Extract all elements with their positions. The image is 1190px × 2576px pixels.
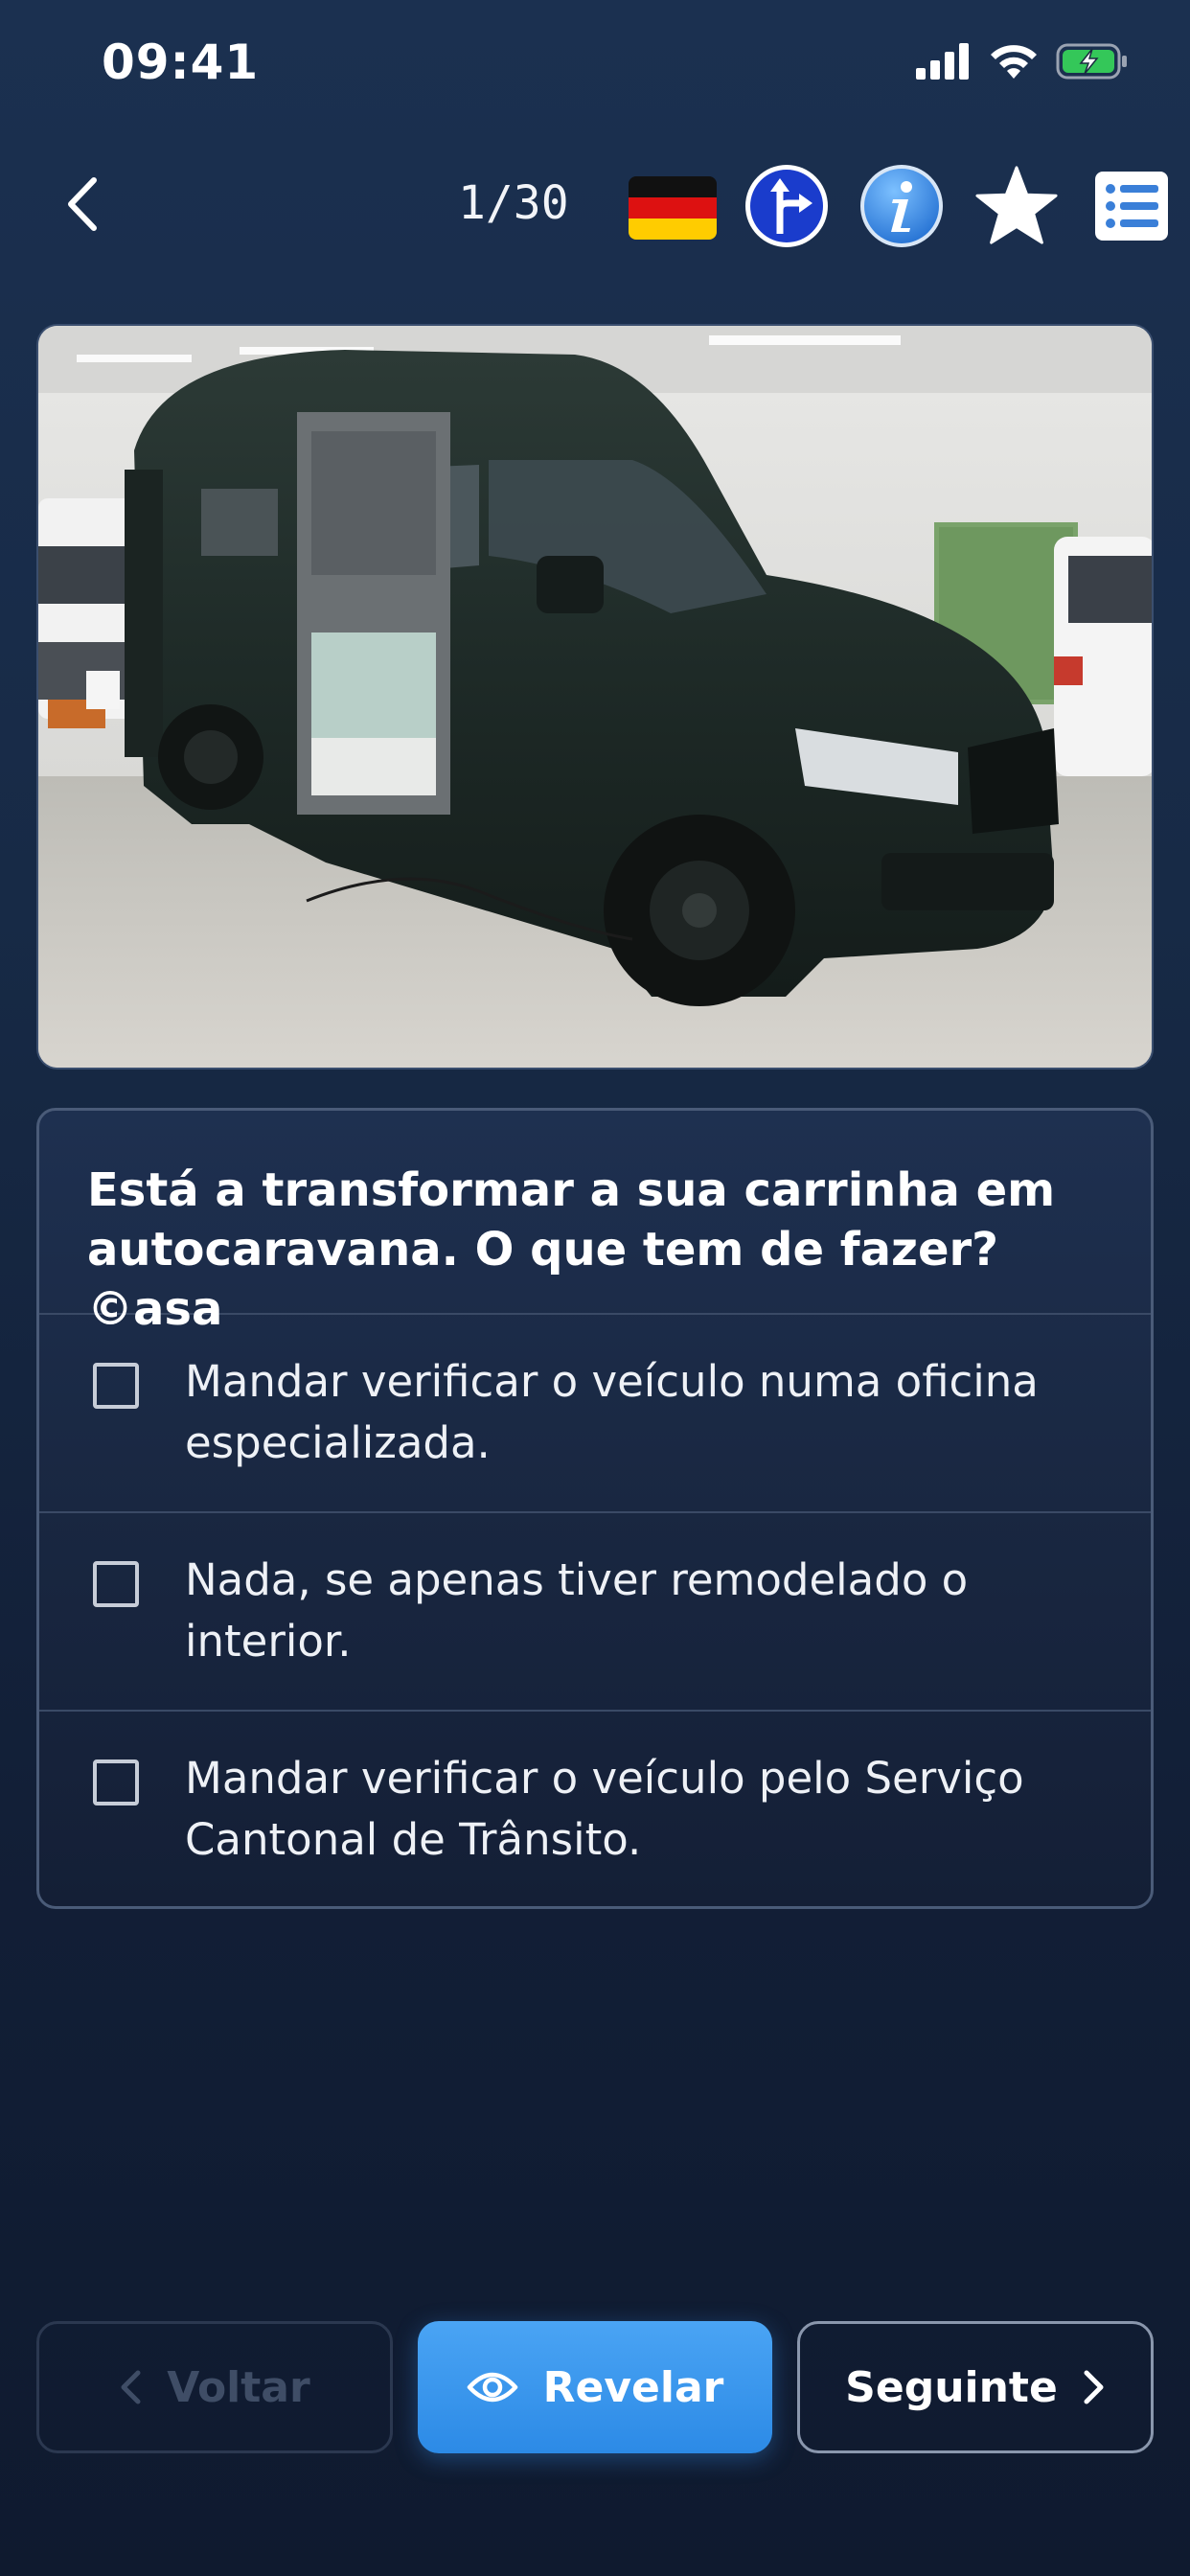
next-button[interactable]: Seguinte xyxy=(797,2321,1154,2453)
question-image xyxy=(36,324,1154,1070)
answer-option-2[interactable]: Nada, se apenas tiver remodelado o inter… xyxy=(39,1513,1151,1712)
status-time: 09:41 xyxy=(102,34,260,90)
status-bar: 09:41 xyxy=(0,0,1190,134)
back-chevron-icon xyxy=(68,177,97,231)
reveal-button-label: Revelar xyxy=(542,2362,724,2412)
checkbox-unchecked-icon[interactable] xyxy=(93,1561,139,1607)
reveal-button[interactable]: Revelar xyxy=(418,2321,772,2453)
question-card: Está a transformar a sua carrinha em aut… xyxy=(36,1108,1154,1909)
answer-option-text: Mandar verificar o veículo pelo Serviço … xyxy=(185,1753,1024,1865)
back-button[interactable] xyxy=(54,171,111,238)
top-nav: 1/30 xyxy=(0,153,1190,259)
answer-option-1[interactable]: Mandar verificar o veículo numa oficina … xyxy=(39,1315,1151,1513)
german-flag-icon[interactable] xyxy=(629,176,717,240)
next-button-label: Seguinte xyxy=(845,2362,1058,2412)
answer-option-3[interactable]: Mandar verificar o veículo pelo Serviço … xyxy=(39,1712,1151,1906)
list-icon[interactable] xyxy=(1088,163,1175,249)
answer-option-text: Nada, se apenas tiver remodelado o inter… xyxy=(185,1554,969,1667)
checkbox-unchecked-icon[interactable] xyxy=(93,1760,139,1806)
previous-button-label: Voltar xyxy=(167,2362,310,2412)
cellular-signal-icon xyxy=(916,43,969,80)
question-counter: 1/30 xyxy=(458,176,569,230)
chevron-left-icon xyxy=(121,2370,141,2404)
star-icon[interactable] xyxy=(973,163,1060,249)
status-icons xyxy=(916,42,1129,80)
eye-icon xyxy=(467,2372,517,2403)
question-text: Está a transformar a sua carrinha em aut… xyxy=(39,1111,1151,1336)
info-icon[interactable] xyxy=(858,163,945,249)
wifi-icon xyxy=(991,45,1037,79)
previous-button[interactable]: Voltar xyxy=(36,2321,393,2453)
checkbox-unchecked-icon[interactable] xyxy=(93,1363,139,1409)
battery-charging-icon xyxy=(1056,43,1127,80)
chevron-right-icon xyxy=(1084,2370,1104,2404)
answer-option-text: Mandar verificar o veículo numa oficina … xyxy=(185,1356,1039,1468)
road-sign-directions-icon[interactable] xyxy=(744,163,830,249)
